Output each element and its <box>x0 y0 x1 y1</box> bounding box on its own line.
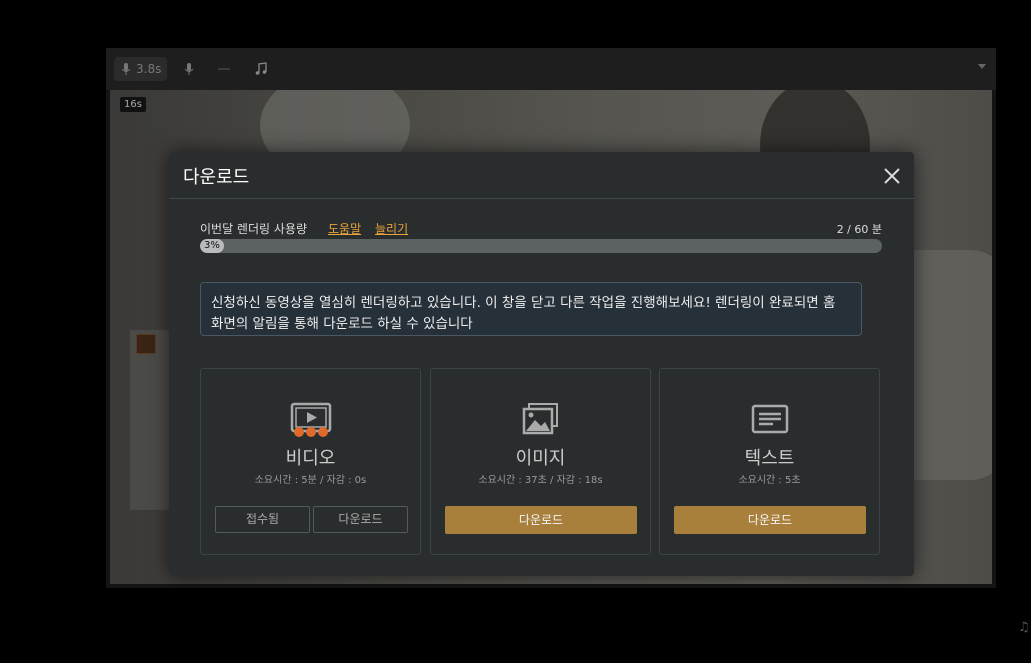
image-card-title: 이미지 <box>515 448 566 469</box>
mic-time: 3.8s <box>136 62 162 76</box>
video-card-title: 비디오 <box>285 448 336 469</box>
video-card: 비디오 소요시간 : 5분 / 자감 : 0s 접수됨 다운로드 <box>200 368 421 555</box>
mic-icon <box>120 62 132 76</box>
received-button[interactable]: 접수됨 <box>215 506 310 533</box>
video-download-button[interactable]: 다운로드 <box>313 506 408 533</box>
music-note-icon <box>254 62 268 76</box>
text-download-button[interactable]: 다운로드 <box>674 506 866 534</box>
mic-icon <box>183 62 195 76</box>
mic-duration-pill[interactable]: 3.8s <box>114 57 168 81</box>
separator-icon <box>218 57 230 81</box>
close-icon <box>880 168 904 192</box>
image-card-meta: 소요시간 : 37초 / 자감 : 18s <box>478 475 603 486</box>
rendering-notice: 신청하신 동영상을 열심히 렌더링하고 있습니다. 이 창을 닫고 다른 작업을… <box>200 282 862 336</box>
image-card: 이미지 소요시간 : 37초 / 자감 : 18s 다운로드 <box>430 368 651 555</box>
image-gallery-icon <box>520 402 562 438</box>
usage-count: 2 / 60 분 <box>836 223 882 236</box>
mic-button[interactable] <box>183 57 195 81</box>
chevron-down-icon[interactable] <box>978 64 986 69</box>
timestamp-badge: 16s <box>120 97 146 112</box>
modal-title: 다운로드 <box>183 167 250 188</box>
clip-thumbnail <box>136 334 156 354</box>
download-modal: 다운로드 이번달 렌더링 사용량 도움말 늘리기 2 / 60 분 3% 신청하… <box>169 152 914 576</box>
text-card-title: 텍스트 <box>744 448 795 469</box>
text-card: 텍스트 소요시간 : 5초 다운로드 <box>659 368 880 555</box>
usage-progress-bar: 3% <box>200 239 882 253</box>
help-link[interactable]: 도움말 <box>328 220 361 237</box>
music-button[interactable] <box>254 57 268 81</box>
video-card-meta: 소요시간 : 5분 / 자감 : 0s <box>254 475 367 486</box>
music-note-icon: ♫ <box>1018 620 1030 635</box>
editor-toolbar: 3.8s <box>106 48 996 90</box>
modal-header: 다운로드 <box>169 152 914 199</box>
video-play-icon <box>290 402 332 438</box>
increase-link[interactable]: 늘리기 <box>375 220 408 237</box>
download-options: 비디오 소요시간 : 5분 / 자감 : 0s 접수됨 다운로드 이미지 소요시… <box>200 368 882 555</box>
image-download-button[interactable]: 다운로드 <box>445 506 637 534</box>
usage-label: 이번달 렌더링 사용량 <box>200 222 307 236</box>
close-button[interactable] <box>880 164 904 188</box>
usage-progress-text: 3% <box>204 240 220 251</box>
text-document-icon <box>749 402 791 438</box>
text-card-meta: 소요시간 : 5초 <box>738 475 801 486</box>
